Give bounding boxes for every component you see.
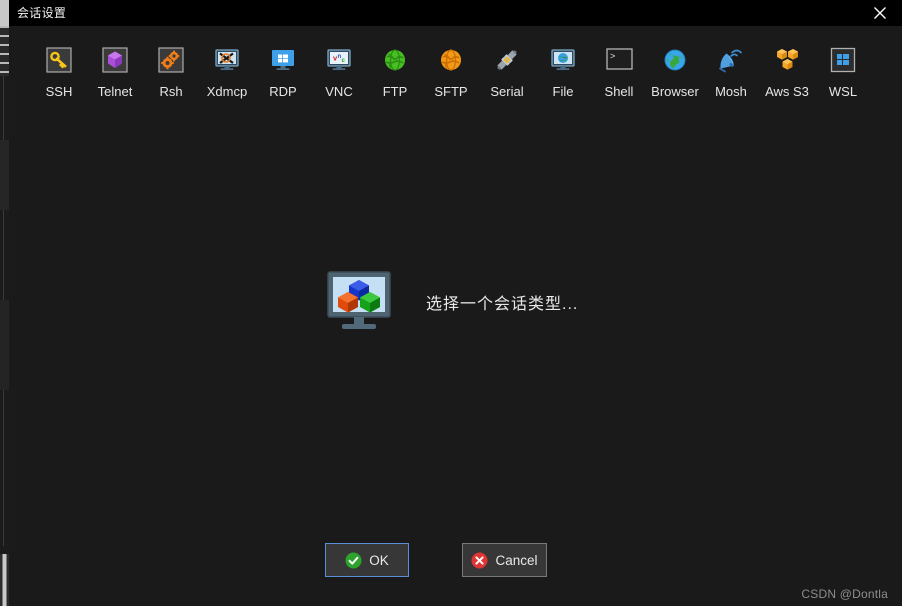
session-type-telnet[interactable]: Telnet — [87, 42, 143, 103]
blue-globe-icon — [659, 44, 691, 76]
session-type-sftp[interactable]: SFTP — [423, 42, 479, 103]
session-type-label: Aws S3 — [765, 84, 809, 99]
purple-cube-icon — [99, 44, 131, 76]
session-type-browser[interactable]: Browser — [647, 42, 703, 103]
session-type-label: SSH — [45, 84, 73, 99]
monitor-cubes-icon — [325, 270, 393, 334]
session-type-rsh[interactable]: Rsh — [143, 42, 199, 103]
watermark: CSDN @Dontla — [801, 587, 888, 601]
session-type-wsl[interactable]: WSL — [815, 42, 871, 103]
file-globe-monitor-icon — [547, 44, 579, 76]
session-type-xdmcp[interactable]: Xdmcp — [199, 42, 255, 103]
session-type-aws-s3[interactable]: Aws S3 — [759, 42, 815, 103]
session-type-label: RDP — [269, 84, 297, 99]
wsl-windows-icon — [827, 44, 859, 76]
satellite-dish-icon — [715, 44, 747, 76]
green-check-icon — [345, 552, 362, 569]
cancel-button[interactable]: Cancel — [462, 543, 547, 577]
session-type-mosh[interactable]: Mosh — [703, 42, 759, 103]
background-bottom-scrollbar — [0, 554, 9, 606]
background-window-strip — [0, 0, 9, 606]
session-type-rdp[interactable]: RDP — [255, 42, 311, 103]
titlebar: 会话设置 — [9, 0, 902, 26]
ok-button-label: OK — [369, 552, 389, 568]
close-icon[interactable] — [858, 0, 902, 26]
background-segment — [0, 140, 9, 210]
placeholder-area: 选择一个会话类型... — [9, 270, 902, 334]
aws-cubes-icon — [771, 44, 803, 76]
session-type-label: Xdmcp — [206, 84, 248, 99]
session-type-label: WSL — [828, 84, 858, 99]
background-tick-marks — [0, 26, 9, 76]
session-type-serial[interactable]: Serial — [479, 42, 535, 103]
session-type-ssh[interactable]: SSH — [31, 42, 87, 103]
background-scrollbar-thumb — [0, 0, 9, 26]
session-type-label: File — [552, 84, 574, 99]
session-type-label: Mosh — [715, 84, 747, 99]
cancel-button-label: Cancel — [495, 552, 538, 568]
session-type-label: Rsh — [159, 84, 183, 99]
green-globe-icon — [379, 44, 411, 76]
session-type-label: VNC — [325, 84, 353, 99]
x-monitor-icon — [211, 44, 243, 76]
session-settings-window: 会话设置 SSH Telnet Rsh Xdmcp RDP v n c VNC … — [0, 0, 902, 606]
windows-monitor-icon — [267, 44, 299, 76]
red-x-icon — [471, 552, 488, 569]
session-type-label: Telnet — [97, 84, 133, 99]
session-type-vnc[interactable]: v n c VNC — [311, 42, 367, 103]
session-type-label: FTP — [382, 84, 408, 99]
terminal-prompt-icon: > — [603, 44, 635, 76]
svg-text:>: > — [610, 52, 615, 62]
ok-button[interactable]: OK — [325, 543, 409, 577]
key-icon — [43, 44, 75, 76]
window-title: 会话设置 — [17, 6, 67, 20]
placeholder-text: 选择一个会话类型... — [426, 296, 579, 313]
session-type-label: Browser — [651, 84, 699, 99]
orange-globe-icon — [435, 44, 467, 76]
background-segment — [0, 300, 9, 390]
session-settings-dialog: 会话设置 SSH Telnet Rsh Xdmcp RDP v n c VNC … — [9, 0, 902, 606]
session-type-shell[interactable]: > Shell — [591, 42, 647, 103]
session-type-toolbar: SSH Telnet Rsh Xdmcp RDP v n c VNC FTP S… — [9, 26, 902, 103]
session-type-label: SFTP — [434, 84, 468, 99]
dialog-button-row: OK Cancel — [9, 543, 902, 577]
serial-connector-icon — [491, 44, 523, 76]
session-type-label: Serial — [490, 84, 524, 99]
session-type-ftp[interactable]: FTP — [367, 42, 423, 103]
session-type-file[interactable]: File — [535, 42, 591, 103]
gears-icon — [155, 44, 187, 76]
vnc-monitor-icon: v n c — [323, 44, 355, 76]
session-type-label: Shell — [604, 84, 634, 99]
